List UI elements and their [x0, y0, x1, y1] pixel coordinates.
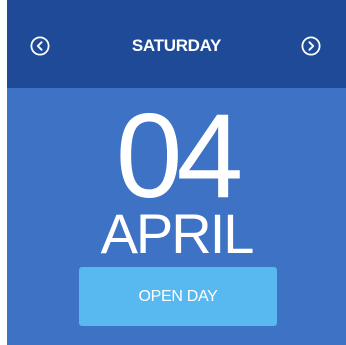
chevron-right-circle-icon — [301, 36, 321, 56]
weekday-label: SATURDAY — [131, 36, 222, 55]
calendar-header: SATURDAY — [7, 0, 346, 88]
open-day-button[interactable]: OPEN DAY — [79, 267, 277, 326]
date-day-number: 04 — [115, 89, 243, 223]
next-day-button[interactable] — [301, 36, 321, 56]
calendar-widget: SATURDAY 04 APRIL OPEN DAY — [7, 0, 346, 345]
date-month: APRIL — [100, 202, 255, 265]
